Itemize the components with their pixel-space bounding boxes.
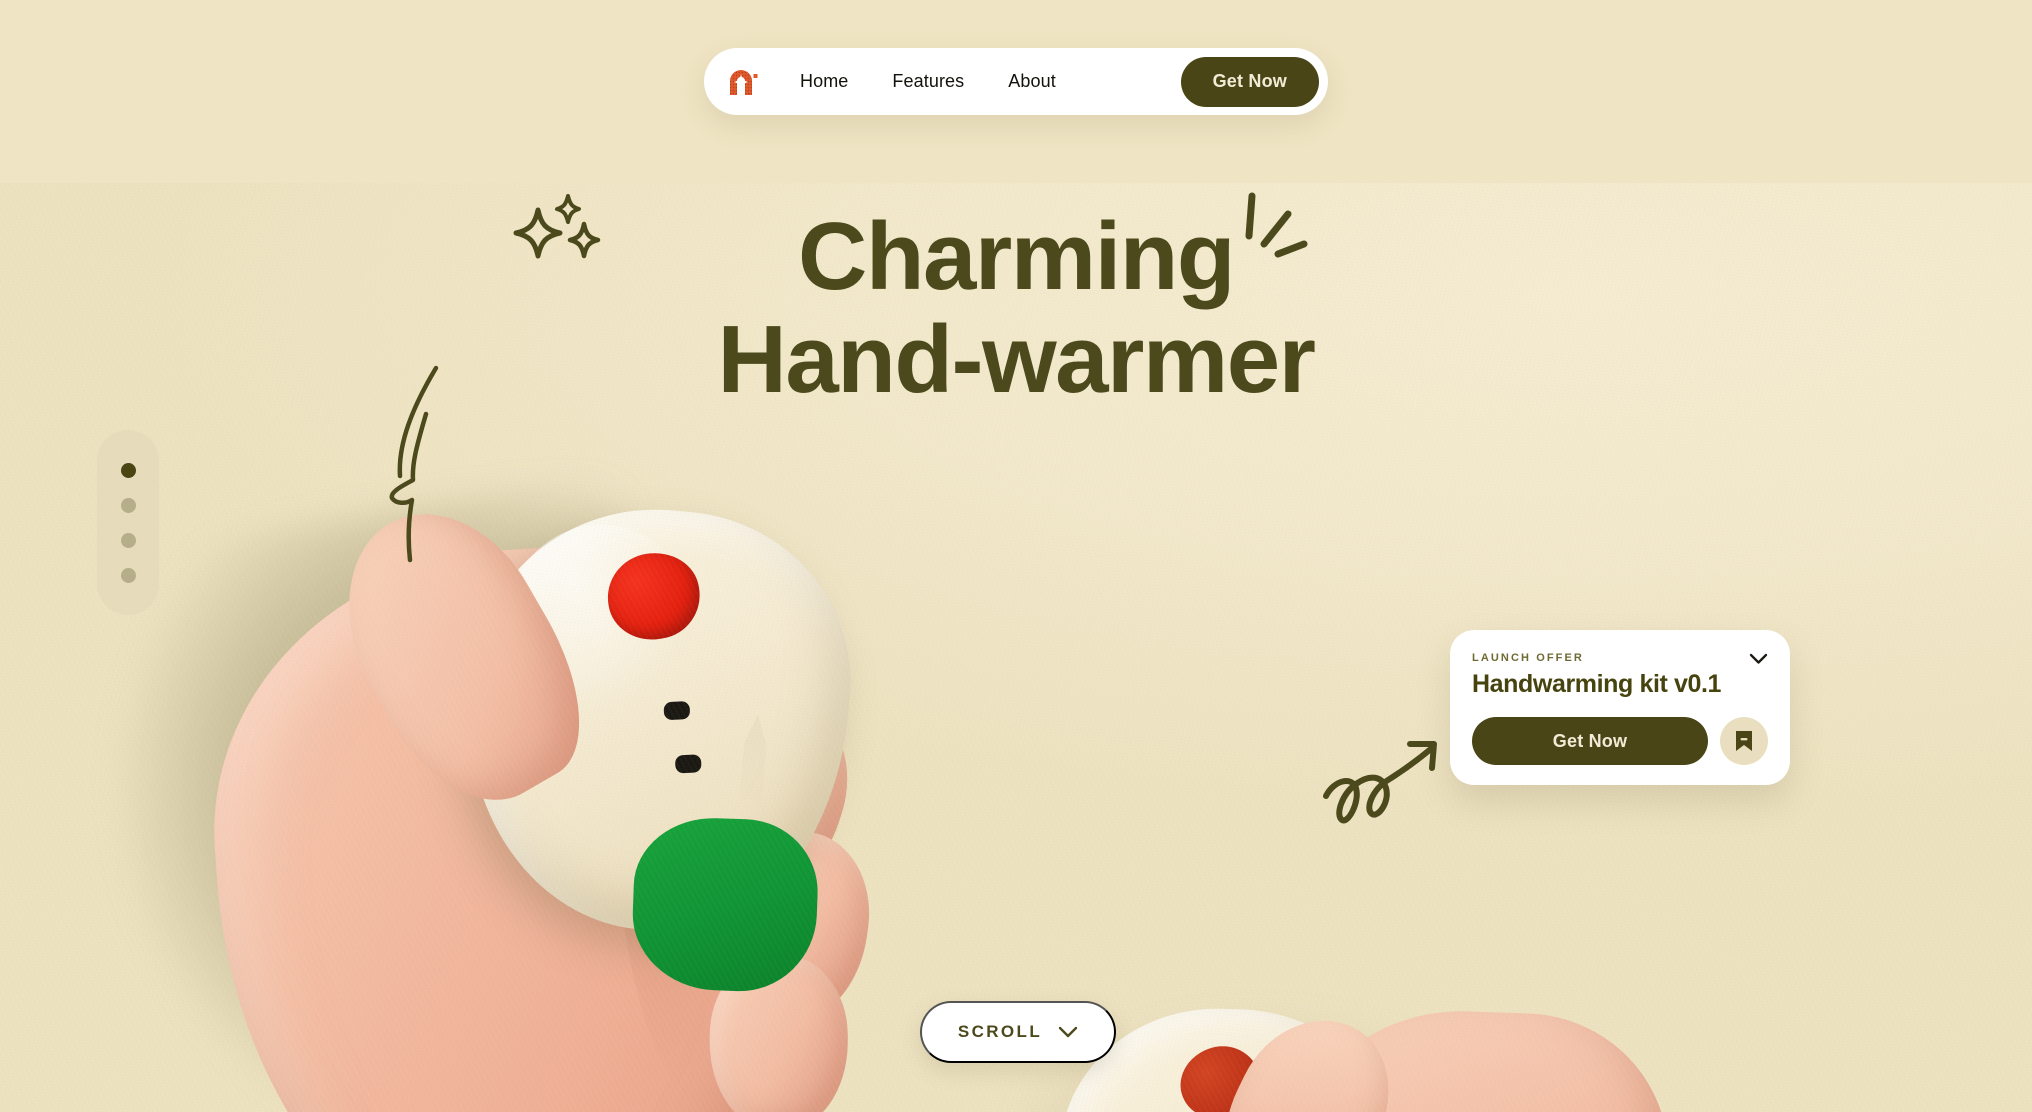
main-navbar: Home Features About Get Now: [704, 48, 1328, 115]
landing-page: Home Features About Get Now Charming Han…: [0, 0, 2032, 1112]
offer-title: Handwarming kit v0.1: [1472, 670, 1722, 698]
nav-link-about[interactable]: About: [1008, 71, 1056, 92]
scroll-label: SCROLL: [957, 1022, 1043, 1041]
slide-pagination: [97, 430, 159, 615]
offer-card-text: LAUNCH OFFER Handwarming kit v0.1: [1472, 652, 1721, 699]
nav-links: Home Features About: [800, 71, 1181, 92]
device-dot: [674, 754, 702, 774]
pagination-dot-4[interactable]: [120, 567, 136, 583]
pagination-dot-2[interactable]: [120, 497, 136, 513]
offer-card-actions: Get Now: [1472, 717, 1768, 765]
chevron-down-icon: [1749, 653, 1768, 664]
offer-eyebrow: LAUNCH OFFER: [1472, 652, 1584, 664]
nav-link-features[interactable]: Features: [892, 71, 964, 92]
nav-link-home[interactable]: Home: [800, 71, 848, 92]
pagination-dot-3[interactable]: [120, 532, 136, 548]
pagination-dot-1[interactable]: [120, 462, 136, 478]
offer-get-now-button[interactable]: Get Now: [1472, 717, 1708, 765]
offer-card-header: LAUNCH OFFER Handwarming kit v0.1: [1472, 652, 1768, 699]
bookmark-minus-icon: [1736, 731, 1752, 751]
brand-logo[interactable]: [726, 65, 760, 99]
scroll-down-button[interactable]: SCROLL: [920, 1001, 1116, 1063]
device-green-panel: [630, 815, 821, 994]
offer-bookmark-button[interactable]: [1720, 717, 1768, 765]
device-embossed-logo: [722, 712, 785, 803]
offer-collapse-button[interactable]: [1749, 653, 1768, 665]
magnet-arch-sparkle-logo-icon: [730, 69, 758, 95]
chevron-down-icon: [1058, 1026, 1078, 1038]
nav-get-now-button[interactable]: Get Now: [1180, 56, 1319, 107]
launch-offer-card: LAUNCH OFFER Handwarming kit v0.1 Get No…: [1450, 630, 1790, 785]
device-dot: [663, 700, 691, 721]
